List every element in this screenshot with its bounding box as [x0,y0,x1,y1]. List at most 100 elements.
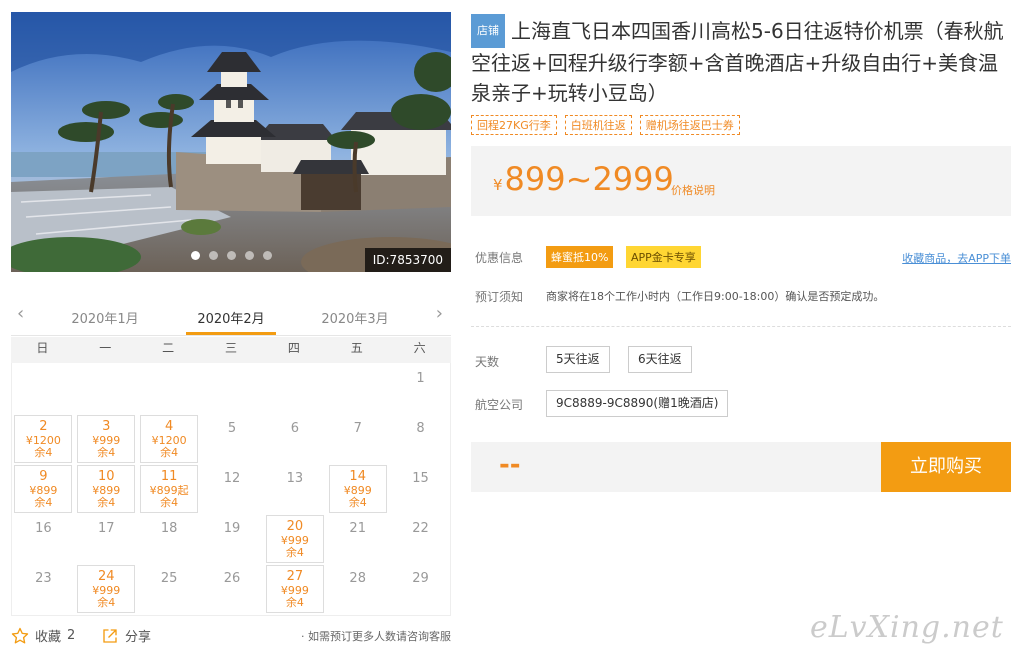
day-number: 14 [349,469,366,484]
price-range: ¥899~2999 [493,160,674,198]
calendar-day: 16 [14,515,72,563]
day-number: 8 [416,421,425,436]
carousel-dot[interactable] [262,251,272,260]
day-number: 5 [227,421,237,436]
currency-symbol: ¥ [493,176,503,194]
calendar-day-available[interactable]: 2 ¥1200 余4 [14,415,73,463]
carousel-dot[interactable] [226,251,236,260]
carousel-dot[interactable] [244,251,254,260]
calendar-day: 17 [77,515,135,563]
tag-daytime-flight: 白班机往返 [564,115,632,135]
tab-month-mar[interactable]: 2020年3月 [305,308,405,327]
calendar-day-available[interactable]: 27 ¥999 余4 [265,565,324,613]
calendar-day-available[interactable]: 3 ¥999 余4 [77,415,136,463]
section-divider [471,326,1011,327]
day-number: 7 [353,421,362,436]
calendar-day-available[interactable]: 11 ¥899起 余4 [140,465,199,513]
calendar-day: 23 [14,565,72,613]
day-number: 6 [290,421,299,436]
calendar-day-available[interactable]: 4 ¥1200 余4 [140,415,199,463]
castle-photo [11,12,451,272]
calendar-day: 1 [392,365,450,413]
active-month-indicator [186,332,276,335]
site-watermark: eLvXing.net [810,610,1004,645]
day-remaining: 余4 [34,446,53,459]
tab-month-jan[interactable]: 2020年1月 [55,308,155,327]
favorite-count: 2 [67,628,76,643]
day-number: 28 [349,571,366,586]
day-number: 2 [39,419,48,434]
day-number: 22 [412,521,429,536]
calendar-day: 19 [203,515,261,563]
promo-label: 优惠信息 [475,251,524,265]
day-number: 23 [35,571,52,586]
day-number: 1 [416,371,425,386]
promo-badge-honey: 蜂蜜抵10% [546,246,614,268]
group-booking-note: · 如需预订更多人数请咨询客服 [301,630,451,643]
calendar-day: 28 [329,565,387,613]
calendar-grid: 1 2 ¥1200 余4 3 ¥999 余4 4 ¥1200 余4 5 6 7 8 9 ¥899 余4 10 ¥89… [11,363,451,616]
calendar-day: 21 [329,515,387,563]
day-number: 3 [102,419,111,434]
price-explain-link[interactable]: 价格说明 [671,182,715,198]
calendar-day: 18 [140,515,198,563]
tag-airport-bus: 赠机场往返巴士券 [639,115,740,135]
shop-tag[interactable]: 店铺 [471,14,505,48]
product-hero-image[interactable]: ID:7853700 [11,12,451,272]
day-number: 13 [286,471,304,486]
day-remaining: 余4 [160,496,179,509]
booking-notice-label: 预订须知 [475,290,524,304]
carousel-dot[interactable] [208,251,218,260]
day-number: 24 [98,569,115,584]
day-remaining: 余4 [34,496,53,509]
favorite-button[interactable]: 收藏 2 [11,626,75,645]
calendar-day: 12 [203,465,261,513]
calendar-day-available[interactable]: 24 ¥999 余4 [77,565,136,613]
weekday-sat: 六 [413,341,426,355]
calendar-day: 15 [392,465,450,513]
weekday-mon: 一 [99,341,112,355]
weekday-wed: 三 [225,341,238,355]
day-number: 19 [223,521,241,536]
share-button[interactable]: 分享 [101,626,151,645]
day-number: 9 [39,469,48,484]
price-range-value: 899~2999 [504,160,674,198]
buy-now-button[interactable]: 立即购买 [881,442,1011,492]
day-number: 27 [286,569,304,584]
prev-month-arrow-icon[interactable]: ‹ [17,304,24,324]
product-id-label: ID:7853700 [364,248,451,272]
tag-baggage: 回程27KG行李 [471,115,557,135]
calendar-day-available[interactable]: 10 ¥899 余4 [77,465,136,513]
calendar-day: 26 [203,565,261,613]
carousel-dot[interactable] [190,251,200,260]
tab-month-feb[interactable]: 2020年2月 [181,308,281,327]
bottom-action-bar: 收藏 2 分享 · 如需预订更多人数请咨询客服 [11,624,451,648]
promo-badge-app-gold: APP金卡专享 [626,246,701,268]
calendar-day: 7 [329,415,387,463]
share-label: 分享 [125,630,152,645]
day-number: 12 [223,471,241,486]
day-remaining: 余4 [97,496,116,509]
calendar-day-available[interactable]: 9 ¥899 余4 [14,465,73,513]
days-option-5[interactable]: 5天往返 [546,346,610,373]
favorite-label: 收藏 [35,630,62,645]
share-icon [103,628,117,643]
calendar-day-available[interactable]: 14 ¥899 余4 [328,465,387,513]
day-remaining: 余4 [285,596,304,609]
airline-option[interactable]: 9C8889-9C8890(赠1晚酒店) [546,390,729,417]
favorite-go-app-link[interactable]: 收藏商品，去APP下单 [902,250,1011,266]
weekday-tue: 二 [162,341,175,355]
weekday-fri: 五 [350,341,363,355]
days-label: 天数 [475,355,500,369]
day-number: 4 [165,419,174,434]
calendar-weekday-header: 日 一 二 三 四 五 六 [11,337,451,363]
next-month-arrow-icon[interactable]: › [436,304,443,324]
day-remaining: 余4 [285,546,304,559]
calendar-day-available[interactable]: 20 ¥999 余4 [265,515,324,563]
day-remaining: 余4 [160,446,179,459]
day-number: 11 [160,469,178,484]
days-option-6[interactable]: 6天往返 [628,346,692,373]
day-number: 21 [349,521,366,536]
booking-notice-text: 商家将在18个工作小时内（工作日9:00-18:00）确认是否预定成功。 [546,290,885,303]
day-number: 29 [412,571,429,586]
